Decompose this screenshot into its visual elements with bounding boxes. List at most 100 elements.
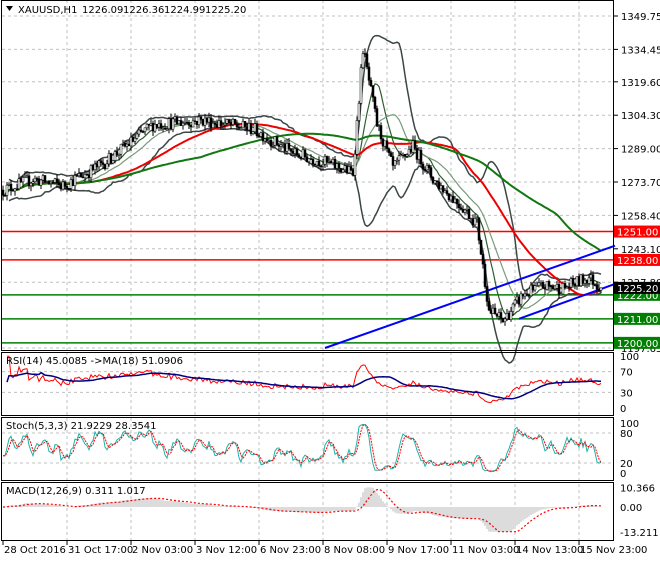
candle-body bbox=[461, 209, 465, 213]
candle-body bbox=[337, 163, 341, 169]
symbol-header[interactable]: XAUUSD,H1 1226.09 1226.36 1224.99 1225.2… bbox=[6, 5, 246, 16]
time-label: 8 Nov 08:00 bbox=[324, 545, 385, 556]
candle-body bbox=[87, 174, 91, 178]
candle-body bbox=[55, 178, 59, 183]
candle-body bbox=[385, 140, 389, 149]
candle-body bbox=[419, 149, 423, 165]
candle-body bbox=[271, 145, 275, 147]
candle-body bbox=[197, 116, 201, 126]
candle-body bbox=[495, 313, 499, 317]
time-label: 6 Nov 23:00 bbox=[260, 545, 321, 556]
candle-body bbox=[421, 163, 425, 170]
rsi-label: RSI(14) 45.0085 ->MA(18) 51.0906 bbox=[6, 356, 183, 367]
candle-body bbox=[221, 124, 225, 127]
candle-body bbox=[401, 154, 405, 156]
candle-body bbox=[303, 149, 307, 157]
candle-body bbox=[305, 156, 309, 162]
candle-body bbox=[331, 159, 335, 163]
ohlc-open: 1226.09 bbox=[82, 5, 123, 16]
level-price-label: 1238.00 bbox=[617, 256, 658, 267]
candle-body bbox=[81, 176, 85, 179]
candle-body bbox=[9, 183, 13, 191]
candle-body bbox=[449, 195, 453, 201]
time-label: 14 Nov 13:00 bbox=[516, 545, 583, 556]
candle-body bbox=[287, 143, 291, 149]
candle-body bbox=[581, 274, 585, 284]
candle-body bbox=[371, 85, 375, 98]
candle-body bbox=[509, 311, 513, 320]
candle-body bbox=[31, 181, 35, 184]
candle-body bbox=[297, 154, 301, 158]
candle-body bbox=[573, 283, 577, 286]
candle-body bbox=[59, 184, 63, 190]
candle-body bbox=[189, 124, 193, 128]
candle-body bbox=[367, 66, 371, 81]
candle-body bbox=[257, 135, 261, 138]
candle-body bbox=[395, 159, 399, 162]
candle-body bbox=[561, 283, 565, 295]
candle-body bbox=[57, 182, 61, 185]
candle-body bbox=[143, 127, 147, 132]
candle-body bbox=[345, 165, 349, 174]
candle-body bbox=[71, 179, 75, 187]
candle-body bbox=[313, 163, 317, 166]
candle-body bbox=[187, 122, 191, 126]
candle-body bbox=[199, 116, 203, 120]
candle-body bbox=[531, 284, 535, 291]
candle-body bbox=[85, 174, 89, 176]
candle-body bbox=[467, 209, 471, 219]
candle-body bbox=[75, 175, 79, 177]
candle-body bbox=[565, 286, 569, 289]
candle-body bbox=[155, 124, 159, 128]
candle-body bbox=[417, 149, 421, 160]
candle-body bbox=[541, 282, 545, 289]
candle-body bbox=[1, 189, 5, 196]
candle-body bbox=[207, 117, 211, 123]
candle-body bbox=[437, 181, 441, 190]
candle-body bbox=[205, 117, 209, 123]
candle-body bbox=[171, 118, 175, 130]
candle-body bbox=[445, 190, 449, 195]
candle-body bbox=[125, 143, 129, 147]
candle-body bbox=[387, 148, 391, 153]
candle-body bbox=[3, 195, 7, 197]
level-price-label: 1251.00 bbox=[617, 228, 658, 239]
candle-body bbox=[357, 103, 361, 121]
candle-body bbox=[433, 180, 437, 184]
candle-body bbox=[21, 177, 25, 183]
candle-body bbox=[321, 164, 325, 167]
candle-body bbox=[397, 155, 401, 161]
candle-body bbox=[547, 281, 551, 287]
candle-body bbox=[11, 189, 15, 192]
ohlc-close: 1225.20 bbox=[205, 5, 246, 16]
candle-body bbox=[33, 177, 37, 182]
time-label: 3 Nov 12:00 bbox=[196, 545, 257, 556]
time-label: 11 Nov 03:00 bbox=[452, 545, 519, 556]
candle-body bbox=[19, 178, 23, 183]
candle-body bbox=[407, 149, 411, 156]
chart-canvas[interactable]: 28 Oct 2016 31 Oct 17:002 Nov 03:00 3 Nov … bbox=[0, 0, 660, 560]
candle-body bbox=[229, 122, 233, 125]
candle-body bbox=[235, 123, 239, 128]
candle-body bbox=[535, 285, 539, 287]
collapse-triangle-icon[interactable] bbox=[6, 6, 13, 11]
candle-body bbox=[553, 287, 557, 290]
candle-body bbox=[105, 163, 109, 170]
candle-body bbox=[129, 136, 133, 147]
candle-body bbox=[175, 116, 179, 125]
candle-body bbox=[215, 124, 219, 128]
candle-body bbox=[505, 313, 509, 320]
candle-body bbox=[73, 175, 77, 187]
candle-body bbox=[237, 126, 241, 129]
candle-body bbox=[127, 143, 131, 147]
candle-body bbox=[217, 120, 221, 128]
candle-body bbox=[587, 277, 591, 284]
candle-body bbox=[183, 122, 187, 124]
candle-body bbox=[519, 293, 523, 305]
time-label: 15 Nov 23:00 bbox=[580, 545, 647, 556]
price-label: 1273.70 bbox=[621, 178, 660, 189]
candle-body bbox=[533, 285, 537, 291]
candle-body bbox=[443, 190, 447, 193]
candle-body bbox=[325, 156, 329, 163]
candle-body bbox=[375, 108, 379, 127]
